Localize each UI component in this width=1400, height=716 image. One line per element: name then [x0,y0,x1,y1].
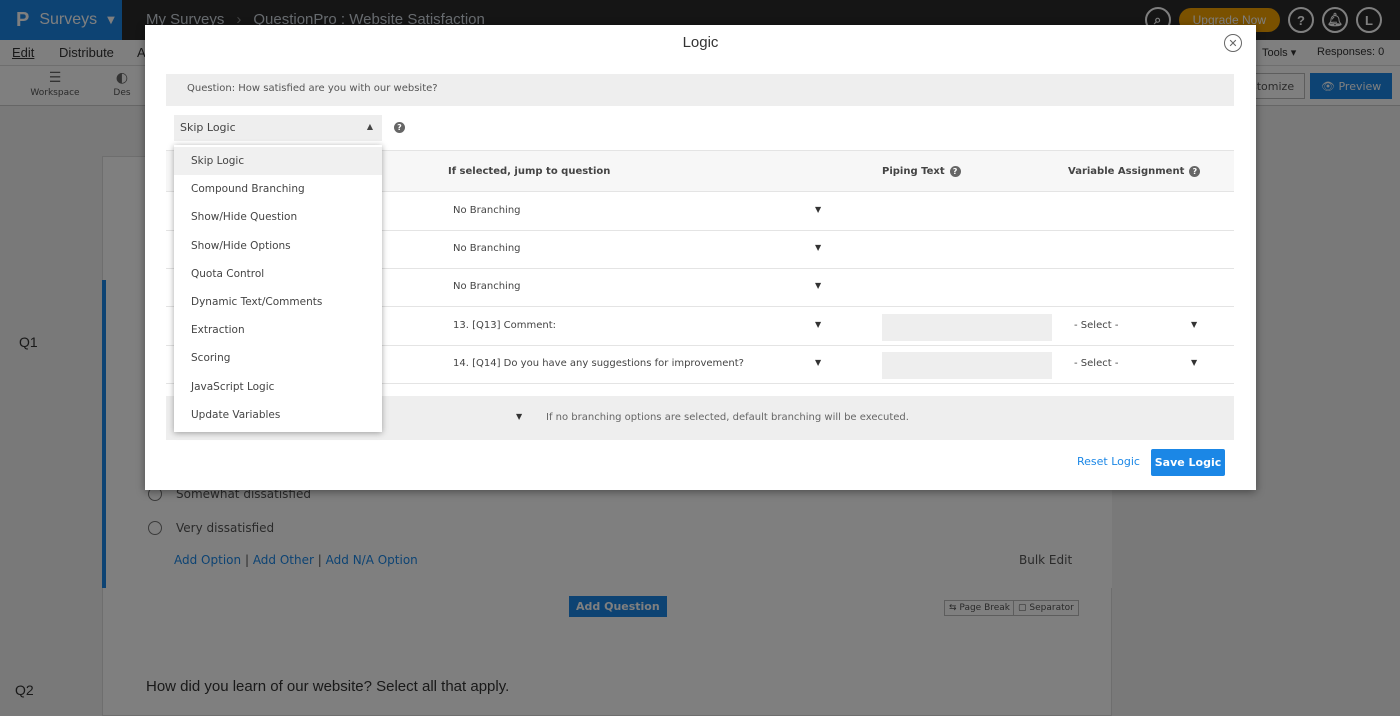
chevron-down-icon[interactable]: ▼ [815,320,821,329]
jump-select[interactable]: No Branching [453,205,521,216]
default-branching-note: If no branching options are selected, de… [546,412,909,423]
help-icon[interactable]: ? [394,122,405,133]
dialog-title: Logic [682,34,719,51]
header-variable: Variable Assignment ? [1068,166,1201,177]
piping-text-input[interactable] [882,314,1052,341]
variable-select[interactable]: - Select - [1074,320,1118,331]
menu-item-skip-logic[interactable]: Skip Logic [174,147,382,176]
menu-item-scoring[interactable]: Scoring [174,344,382,372]
jump-select[interactable]: No Branching [453,281,521,292]
menu-item-show-hide-question[interactable]: Show/Hide Question [174,203,382,231]
jump-select[interactable]: No Branching [453,243,521,254]
menu-item-update-variables[interactable]: Update Variables [174,401,382,429]
chevron-up-icon: ▲ [366,122,373,131]
chevron-down-icon[interactable]: ▼ [516,412,522,421]
chevron-down-icon[interactable]: ▼ [1191,320,1197,329]
jump-select[interactable]: 14. [Q14] Do you have any suggestions fo… [453,358,744,369]
menu-item-extraction[interactable]: Extraction [174,316,382,344]
question-text: Question: How satisfied are you with our… [166,74,1234,106]
reset-logic-link[interactable]: Reset Logic [1077,455,1140,468]
save-logic-button[interactable]: Save Logic [1151,449,1225,476]
chevron-down-icon[interactable]: ▼ [815,243,821,252]
help-icon[interactable]: ? [1189,166,1201,177]
close-icon[interactable]: ✕ [1224,34,1242,52]
chevron-down-icon[interactable]: ▼ [815,358,821,367]
header-jump: If selected, jump to question [448,166,611,177]
jump-select[interactable]: 13. [Q13] Comment: [453,320,556,331]
logic-type-select[interactable]: Skip Logic ▲ [174,115,382,141]
variable-select[interactable]: - Select - [1074,358,1118,369]
menu-item-javascript-logic[interactable]: JavaScript Logic [174,373,382,401]
menu-item-dynamic-text[interactable]: Dynamic Text/Comments [174,288,382,316]
header-piping: Piping Text ? [882,166,961,177]
menu-item-show-hide-options[interactable]: Show/Hide Options [174,232,382,260]
logic-dialog: Logic ✕ Question: How satisfied are you … [145,25,1256,490]
chevron-down-icon[interactable]: ▼ [815,205,821,214]
piping-text-input[interactable] [882,352,1052,379]
menu-item-quota-control[interactable]: Quota Control [174,260,382,288]
chevron-down-icon[interactable]: ▼ [815,281,821,290]
help-icon[interactable]: ? [949,166,961,177]
chevron-down-icon[interactable]: ▼ [1191,358,1197,367]
logic-type-menu: Skip Logic Compound Branching Show/Hide … [174,145,382,432]
menu-item-compound-branching[interactable]: Compound Branching [174,175,382,203]
